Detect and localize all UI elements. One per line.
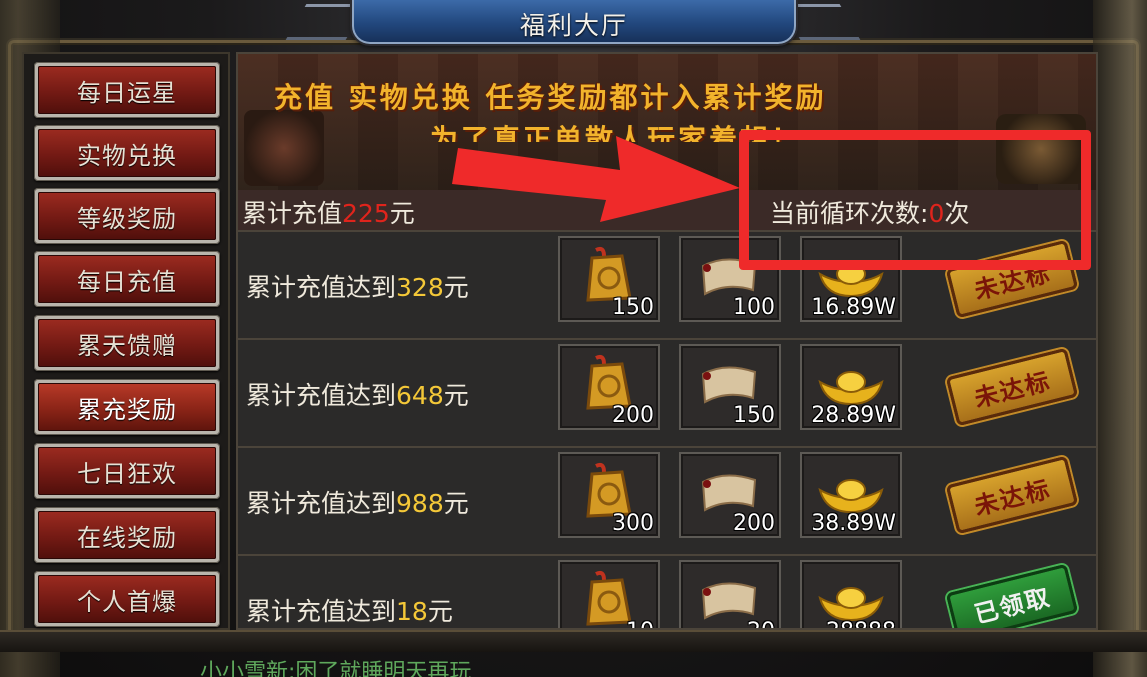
- reward-slot[interactable]: 10: [558, 560, 660, 628]
- status-badge: 未达标: [945, 347, 1079, 427]
- reward-slot[interactable]: 28888: [800, 560, 902, 628]
- sidebar-item-accumulated-days[interactable]: 累天馈赠: [34, 315, 220, 371]
- status-badge: 已领取: [945, 563, 1079, 628]
- reward-count: 16.89W: [811, 295, 896, 320]
- total-recharge-label: 累计充值: [242, 199, 343, 228]
- sidebar: 每日运星 实物兑换 等级奖励 每日充值 累天馈赠 累充奖励 七日狂欢 在线奖励 …: [22, 52, 230, 630]
- reward-threshold-amount: 18: [396, 597, 428, 626]
- annotation-arrow-icon: [452, 136, 740, 222]
- sidebar-item-label: 七日狂欢: [38, 447, 216, 495]
- reward-slot[interactable]: 300: [558, 452, 660, 538]
- sidebar-item-level-reward[interactable]: 等级奖励: [34, 188, 220, 244]
- reward-threshold-amount: 328: [396, 273, 444, 302]
- reward-threshold-unit: 元: [443, 489, 469, 518]
- bottom-frame-bar: [0, 630, 1147, 652]
- sidebar-item-recharge-reward[interactable]: 累充奖励: [34, 379, 220, 435]
- reward-threshold-unit: 元: [443, 381, 469, 410]
- reward-threshold: 累计充值达到988元: [246, 484, 469, 520]
- reward-row: 累计充值达到18元 10 20 28888 已领取: [238, 554, 1096, 628]
- total-recharge-value: 225: [342, 199, 390, 228]
- reward-count: 150: [733, 403, 775, 428]
- total-recharge: 累计充值225元: [242, 194, 415, 230]
- title-plate: 福利大厅: [352, 0, 796, 44]
- reward-threshold-unit: 元: [427, 597, 453, 626]
- reward-threshold-label: 累计充值达到: [246, 489, 397, 518]
- reward-slot[interactable]: 150: [558, 236, 660, 322]
- window-title: 福利大厅: [519, 11, 628, 40]
- sidebar-item-seven-days[interactable]: 七日狂欢: [34, 443, 220, 499]
- sidebar-item-exchange[interactable]: 实物兑换: [34, 125, 220, 181]
- chat-message: 小小雪新:困了就睡明天再玩: [200, 660, 472, 677]
- annotation-highlight-box: [739, 130, 1091, 270]
- sidebar-item-online-reward[interactable]: 在线奖励: [34, 507, 220, 563]
- sidebar-item-label: 实物兑换: [38, 129, 216, 177]
- chat-strip: 小小雪新:困了就睡明天再玩: [200, 652, 620, 677]
- reward-threshold: 累计充值达到18元: [246, 592, 453, 628]
- reward-count: 100: [733, 295, 775, 320]
- sidebar-item-daily-luck[interactable]: 每日运星: [34, 62, 220, 118]
- reward-threshold: 累计充值达到648元: [246, 376, 469, 412]
- total-recharge-unit: 元: [389, 199, 415, 228]
- reward-row: 累计充值达到648元 200 150 28.89W 未达标: [238, 338, 1096, 446]
- reward-count: 38.89W: [811, 511, 896, 536]
- banner-decoration-left: [244, 110, 324, 186]
- sidebar-item-label: 每日运星: [38, 66, 216, 114]
- reward-threshold-label: 累计充值达到: [246, 597, 397, 626]
- reward-count: 300: [612, 511, 654, 536]
- reward-threshold: 累计充值达到328元: [246, 268, 469, 304]
- reward-slot[interactable]: 150: [679, 344, 781, 430]
- sidebar-item-label: 累天馈赠: [38, 319, 216, 367]
- reward-threshold-label: 累计充值达到: [246, 381, 397, 410]
- reward-count: 28.89W: [811, 403, 896, 428]
- reward-count: 150: [612, 295, 654, 320]
- reward-slot[interactable]: 200: [679, 452, 781, 538]
- dragon-ornament-right: [1093, 0, 1147, 677]
- reward-slot[interactable]: 28.89W: [800, 344, 902, 430]
- reward-slot[interactable]: 200: [558, 344, 660, 430]
- banner-headline: 充值 实物兑换 任务奖励都计入累计奖励: [274, 81, 827, 114]
- reward-row: 累计充值达到988元 300 200 38.89W 未达标: [238, 446, 1096, 554]
- reward-slot[interactable]: 20: [679, 560, 781, 628]
- reward-slot[interactable]: 38.89W: [800, 452, 902, 538]
- sidebar-item-label: 在线奖励: [38, 511, 216, 559]
- status-badge: 未达标: [945, 455, 1079, 535]
- sidebar-item-label: 每日充值: [38, 255, 216, 303]
- reward-count: 10: [626, 619, 654, 628]
- reward-count: 200: [733, 511, 775, 536]
- reward-threshold-label: 累计充值达到: [246, 273, 397, 302]
- reward-count: 28888: [826, 619, 896, 628]
- reward-threshold-unit: 元: [443, 273, 469, 302]
- sidebar-item-label: 个人首爆: [38, 575, 216, 623]
- sidebar-item-label: 等级奖励: [38, 192, 216, 240]
- reward-threshold-amount: 988: [396, 489, 444, 518]
- sidebar-item-daily-recharge[interactable]: 每日充值: [34, 251, 220, 307]
- sidebar-item-label: 累充奖励: [38, 383, 216, 431]
- reward-count: 200: [612, 403, 654, 428]
- reward-threshold-amount: 648: [396, 381, 444, 410]
- sidebar-item-first-drop[interactable]: 个人首爆: [34, 571, 220, 627]
- reward-count: 20: [747, 619, 775, 628]
